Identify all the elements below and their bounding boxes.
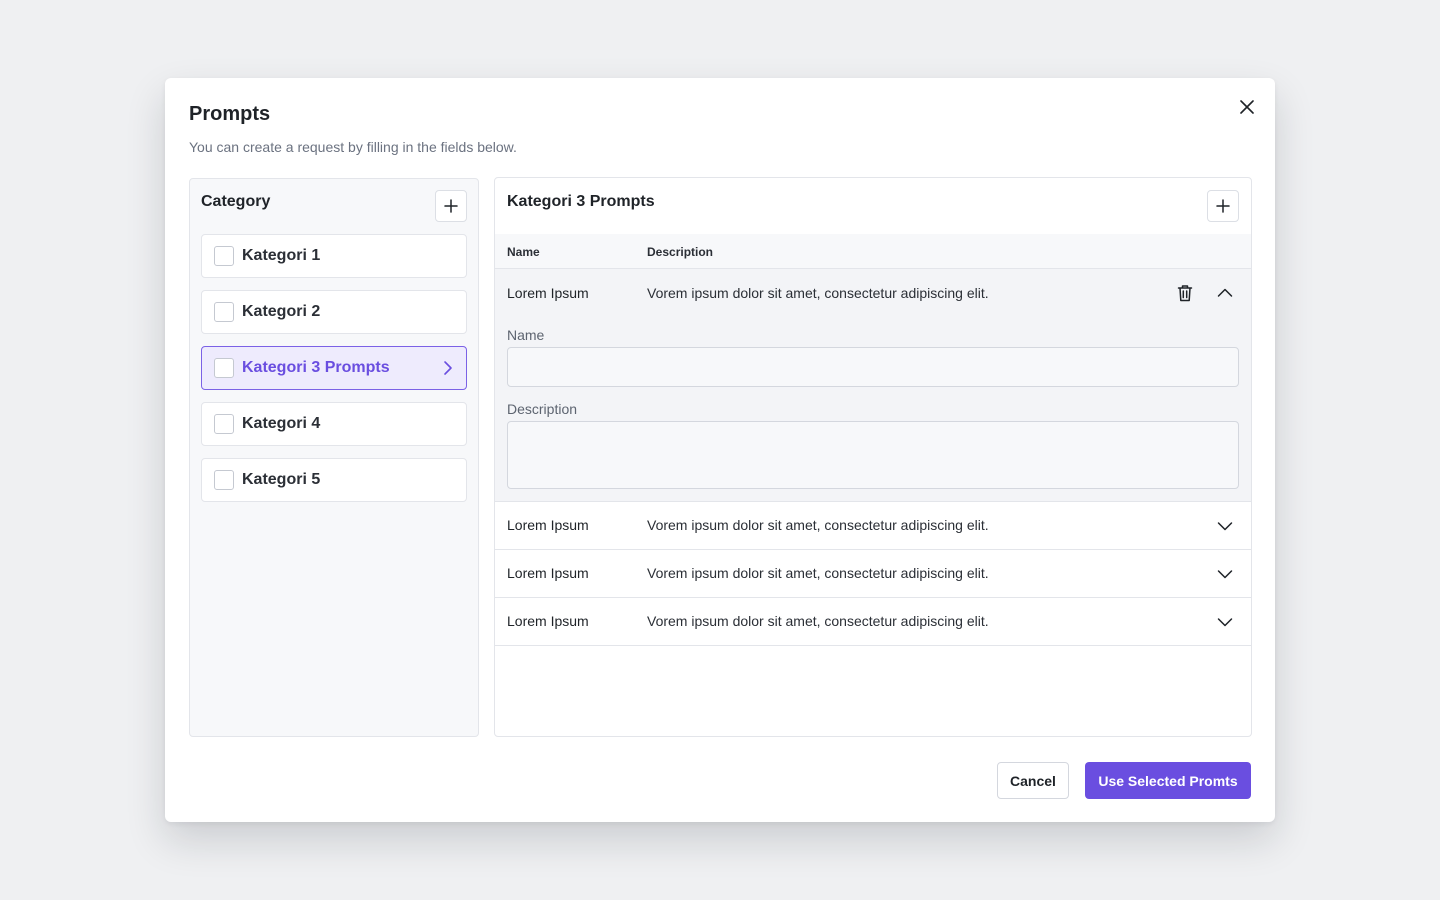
category-checkbox[interactable] (214, 302, 234, 322)
collapse-button[interactable] (1215, 283, 1235, 303)
name-field-label: Name (507, 327, 545, 343)
category-item-3[interactable]: Kategori 3 Prompts (201, 346, 467, 390)
column-header-name: Name (507, 245, 540, 259)
row-name: Lorem Ipsum (507, 517, 589, 533)
chevron-down-icon (1217, 522, 1233, 531)
category-item-label: Kategori 2 (242, 303, 321, 320)
table-row[interactable]: Lorem Ipsum Vorem ipsum dolor sit amet, … (495, 550, 1251, 598)
expand-button[interactable] (1215, 612, 1235, 632)
add-prompt-button[interactable] (1207, 190, 1239, 222)
category-checkbox[interactable] (214, 358, 234, 378)
modal-subtitle: You can create a request by filling in t… (189, 139, 517, 155)
prompts-modal: Prompts You can create a request by fill… (165, 78, 1275, 822)
chevron-down-icon (1217, 570, 1233, 579)
table-row-expanded[interactable]: Lorem Ipsum Vorem ipsum dolor sit amet, … (495, 269, 1251, 502)
description-field-label: Description (507, 401, 578, 417)
prompts-title: Kategori 3 Prompts (507, 193, 655, 210)
row-description: Vorem ipsum dolor sit amet, consectetur … (647, 517, 989, 533)
plus-icon (444, 199, 458, 213)
category-checkbox[interactable] (214, 246, 234, 266)
trash-icon (1177, 285, 1193, 302)
category-item-5[interactable]: Kategori 5 (201, 458, 467, 502)
category-item-label: Kategori 5 (242, 471, 321, 488)
column-header-description: Description (647, 245, 714, 259)
category-checkbox[interactable] (214, 414, 234, 434)
prompts-panel: Kategori 3 Prompts Name Description Lore… (494, 177, 1252, 737)
category-list: Kategori 1 Kategori 2 Kategori 3 Prompts… (201, 234, 467, 514)
chevron-right-icon (444, 361, 452, 375)
chevron-up-icon (1217, 288, 1233, 297)
cancel-button[interactable]: Cancel (997, 762, 1069, 799)
name-input[interactable] (507, 347, 1239, 387)
category-item-label: Kategori 4 (242, 415, 321, 432)
prompts-table-header: Name Description (495, 234, 1251, 269)
row-name: Lorem Ipsum (507, 565, 589, 581)
table-row[interactable]: Lorem Ipsum Vorem ipsum dolor sit amet, … (495, 598, 1251, 646)
row-description: Vorem ipsum dolor sit amet, consectetur … (647, 613, 989, 629)
category-item-label: Kategori 3 Prompts (242, 359, 390, 376)
plus-icon (1216, 199, 1230, 213)
expand-button[interactable] (1215, 564, 1235, 584)
chevron-down-icon (1217, 618, 1233, 627)
category-panel: Category Kategori 1 Kategori 2 Kategori … (189, 178, 479, 737)
row-description: Vorem ipsum dolor sit amet, consectetur … (647, 565, 989, 581)
category-item-4[interactable]: Kategori 4 (201, 402, 467, 446)
add-category-button[interactable] (435, 190, 467, 222)
category-checkbox[interactable] (214, 470, 234, 490)
row-name: Lorem Ipsum (507, 285, 589, 301)
description-input[interactable] (507, 421, 1239, 489)
close-button[interactable] (1235, 95, 1259, 119)
table-row[interactable]: Lorem Ipsum Vorem ipsum dolor sit amet, … (495, 502, 1251, 550)
close-icon (1240, 100, 1254, 114)
delete-button[interactable] (1175, 283, 1195, 303)
modal-title: Prompts (189, 103, 271, 125)
expand-button[interactable] (1215, 516, 1235, 536)
category-item-1[interactable]: Kategori 1 (201, 234, 467, 278)
category-item-label: Kategori 1 (242, 247, 321, 264)
use-selected-prompts-button[interactable]: Use Selected Promts (1085, 762, 1251, 799)
row-description: Vorem ipsum dolor sit amet, consectetur … (647, 285, 989, 301)
row-name: Lorem Ipsum (507, 613, 589, 629)
category-title: Category (201, 193, 271, 210)
category-item-2[interactable]: Kategori 2 (201, 290, 467, 334)
